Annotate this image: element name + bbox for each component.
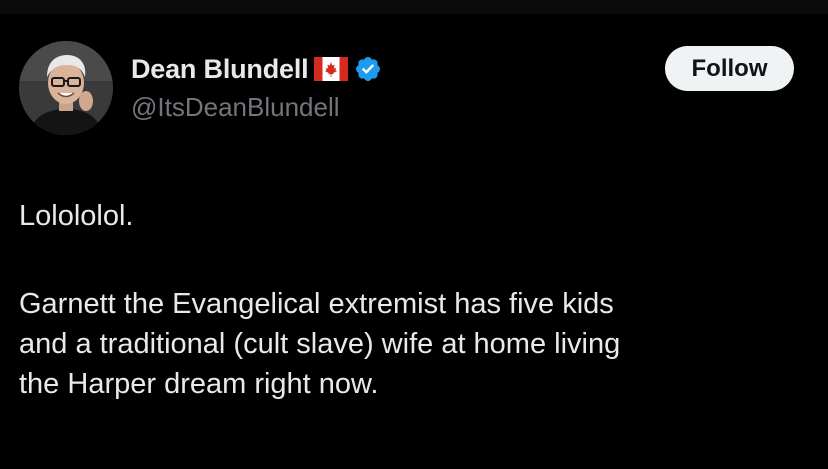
- tweet-paragraph: Lolololol.: [19, 200, 134, 232]
- verified-badge-icon[interactable]: [354, 55, 382, 83]
- author-display-name[interactable]: Dean Blundell: [131, 54, 309, 85]
- avatar[interactable]: [19, 41, 113, 135]
- avatar-photo-icon: [19, 41, 113, 135]
- canada-flag-icon: [314, 57, 349, 81]
- top-divider-strip: [0, 0, 828, 14]
- follow-button[interactable]: Follow: [665, 46, 794, 91]
- tweet-text: Lolololol. Garnett the Evangelical extre…: [19, 196, 809, 404]
- tweet-paragraph: Garnett the Evangelical extremist has fi…: [19, 288, 621, 400]
- author-handle[interactable]: @ItsDeanBlundell: [131, 92, 340, 123]
- author-name-row: Dean Blundell: [131, 52, 382, 86]
